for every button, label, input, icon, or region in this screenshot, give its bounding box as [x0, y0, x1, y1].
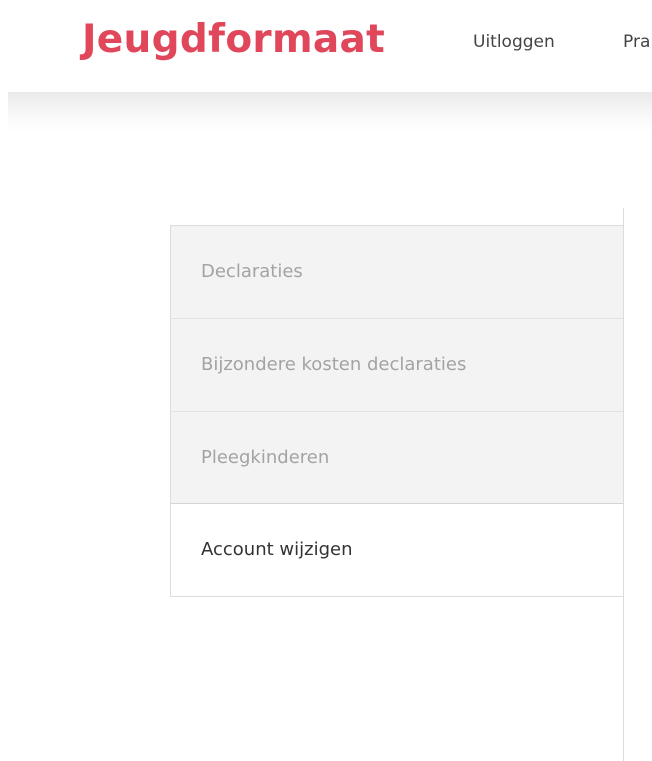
- menu-item-bijzondere-kosten-declaraties[interactable]: Bijzondere kosten declaraties: [171, 319, 623, 412]
- header-shadow: [8, 92, 652, 132]
- nav-link-partial[interactable]: Pra: [623, 32, 650, 52]
- menu-item-pleegkinderen[interactable]: Pleegkinderen: [171, 412, 623, 505]
- menu-item-label: Pleegkinderen: [201, 447, 330, 468]
- page: Jeugdformaat Uitloggen Pra Declaraties B…: [0, 0, 652, 761]
- side-menu: Declaraties Bijzondere kosten declaratie…: [170, 225, 624, 597]
- site-header: Jeugdformaat Uitloggen Pra: [0, 0, 652, 92]
- menu-item-label: Declaraties: [201, 261, 303, 282]
- menu-item-label: Bijzondere kosten declaraties: [201, 354, 467, 375]
- nav-logout-link[interactable]: Uitloggen: [473, 32, 555, 52]
- menu-item-label: Account wijzigen: [201, 539, 353, 560]
- menu-item-account-wijzigen[interactable]: Account wijzigen: [171, 503, 623, 596]
- menu-item-declaraties[interactable]: Declaraties: [171, 226, 623, 319]
- brand-logo[interactable]: Jeugdformaat: [82, 14, 385, 66]
